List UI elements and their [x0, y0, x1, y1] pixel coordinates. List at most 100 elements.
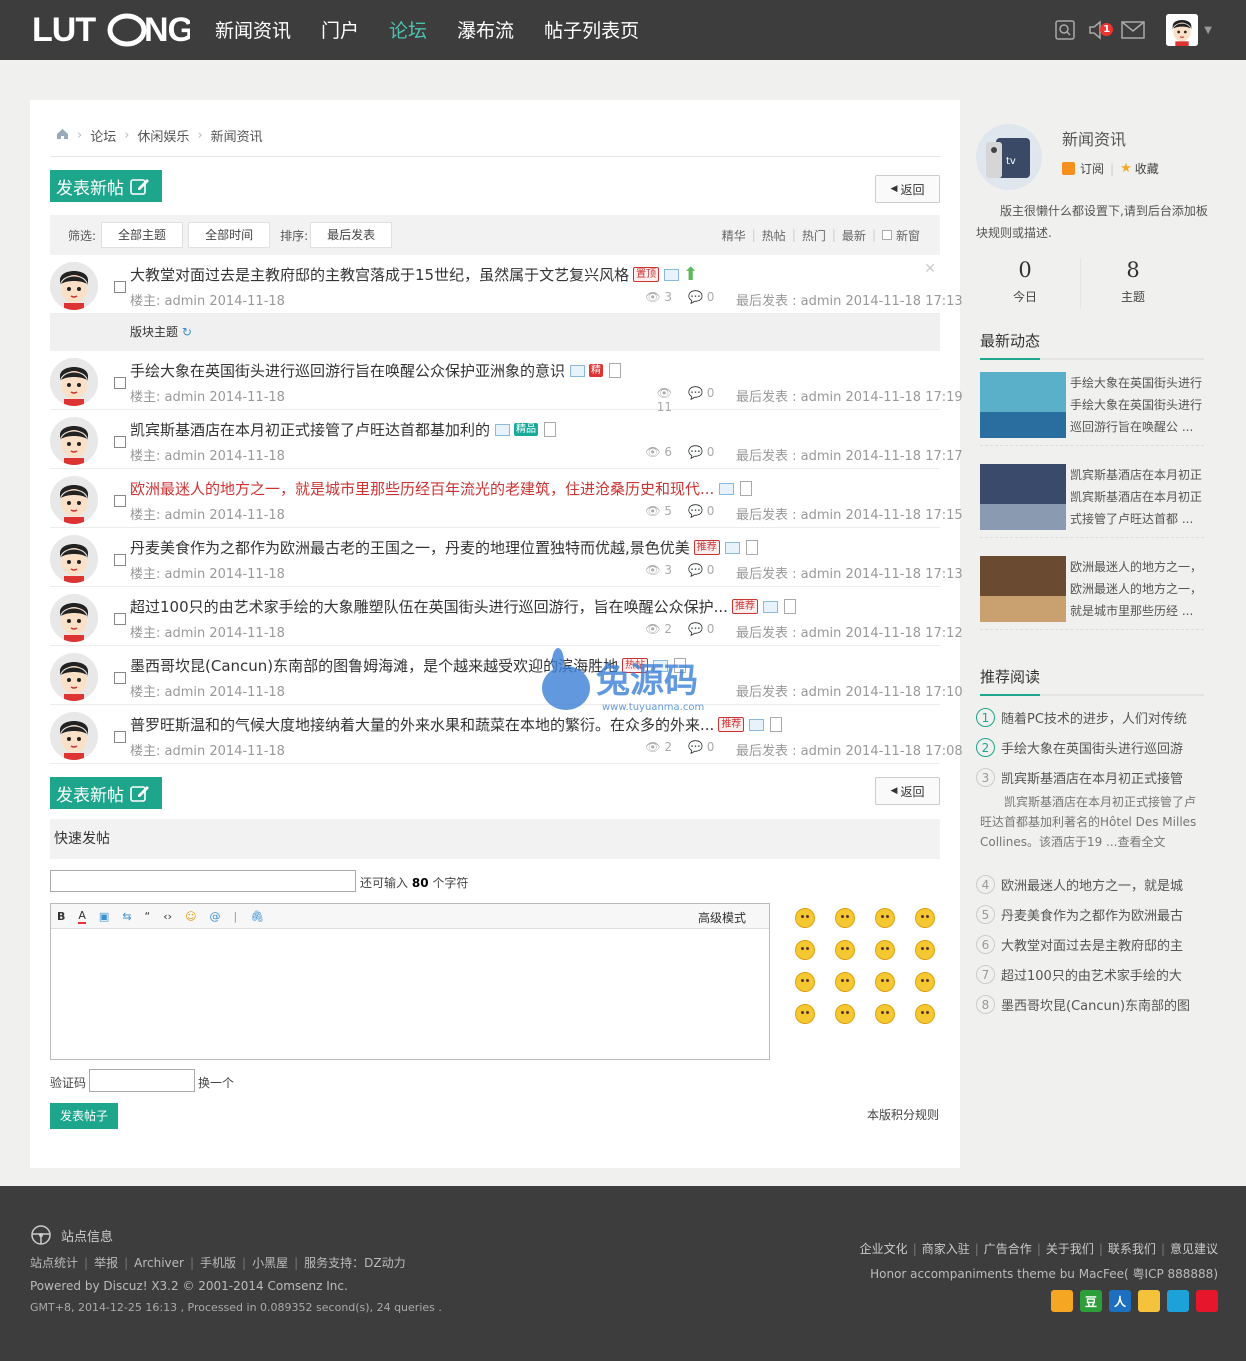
refresh-icon[interactable]: ↻ — [182, 325, 192, 339]
thread-checkbox[interactable] — [114, 377, 126, 389]
thread-row-pinned[interactable]: 大教堂对面过去是主教府邸的主教宫落成于15世纪，虽然属于文艺复兴风格 置顶 ⬆ ✕ … — [50, 255, 963, 314]
font-color-icon[interactable]: A — [78, 909, 86, 924]
footer-link[interactable]: Archiver — [134, 1256, 184, 1270]
subscribe-link[interactable]: 订阅 — [1080, 160, 1104, 177]
pengyou-icon[interactable] — [1167, 1290, 1189, 1312]
code-icon[interactable]: ‹› — [163, 910, 172, 923]
thread-checkbox[interactable] — [114, 672, 126, 684]
close-icon[interactable]: ✕ — [924, 261, 936, 277]
recommend-title[interactable]: 丹麦美食作为之都作为欧洲最古 — [1001, 905, 1183, 924]
home-icon[interactable] — [56, 128, 69, 144]
thread-checkbox[interactable] — [114, 436, 126, 448]
back-button[interactable]: ◀ 返回 — [875, 175, 940, 203]
site-logo[interactable]: LUT NG — [32, 6, 190, 52]
smiley-icon[interactable] — [915, 908, 935, 928]
chevron-down-icon[interactable]: ▼ — [1204, 25, 1212, 36]
submit-post-button[interactable]: 发表帖子 — [50, 1103, 118, 1129]
filter-all-topics[interactable]: 全部主题 — [101, 222, 184, 248]
filter-digest[interactable]: 精华 — [722, 227, 746, 244]
avatar[interactable] — [50, 476, 98, 524]
dynamic-item[interactable]: 手绘大象在英国街头进行 手绘大象在英国街头进行巡回游行旨在唤醒公 ... — [980, 368, 1204, 446]
recommend-item[interactable]: 5 丹麦美食作为之都作为欧洲最古 — [976, 905, 1208, 924]
smiley-icon[interactable] — [835, 1004, 855, 1024]
dynamic-thumbnail[interactable] — [980, 372, 1066, 438]
recommend-item[interactable]: 4 欧洲最迷人的地方之一，就是城 — [976, 875, 1208, 894]
footer-link[interactable]: 举报 — [94, 1256, 118, 1270]
thread-row[interactable]: 超过100只的由艺术家手绘的大象雕塑队伍在英国街头进行巡回游行，旨在唤醒公众保护… — [50, 587, 963, 646]
recommend-title[interactable]: 大教堂对面过去是主教府邸的主 — [1001, 935, 1183, 954]
smiley-icon[interactable] — [795, 1004, 815, 1024]
thread-title[interactable]: 大教堂对面过去是主教府邸的主教宫落成于15世纪，虽然属于文艺复兴风格 — [130, 264, 629, 285]
thread-checkbox[interactable] — [114, 281, 126, 293]
recommend-item[interactable]: 3 凯宾斯基酒店在本月初正式接管 — [976, 768, 1208, 787]
captcha-refresh-link[interactable]: 换一个 — [198, 1074, 234, 1091]
filter-popular[interactable]: 热门 — [802, 227, 826, 244]
footer-right-link[interactable]: 企业文化 — [860, 1242, 908, 1256]
douban-icon[interactable]: 豆 — [1080, 1290, 1102, 1312]
user-avatar[interactable] — [1166, 14, 1199, 46]
avatar[interactable] — [50, 535, 98, 583]
breadcrumb-board[interactable]: 新闻资讯 — [211, 126, 263, 145]
points-rules-link[interactable]: 本版积分规则 — [867, 1106, 939, 1123]
avatar[interactable] — [50, 262, 98, 310]
avatar[interactable] — [50, 712, 98, 760]
thread-checkbox[interactable] — [114, 554, 126, 566]
advanced-mode-link[interactable]: 高级模式 — [698, 909, 746, 926]
dynamic-item[interactable]: 欧洲最迷人的地方之一， 欧洲最迷人的地方之一，就是城市里那些历经 ... — [980, 552, 1204, 630]
image-icon[interactable]: ▣ — [99, 910, 109, 923]
smiley-icon[interactable] — [795, 940, 815, 960]
avatar[interactable] — [50, 594, 98, 642]
smiley-icon[interactable] — [875, 1004, 895, 1024]
thread-title[interactable]: 普罗旺斯温和的气候大度地接纳着大量的外来水果和蔬菜在本地的繁衍。在众多的外来..… — [130, 714, 714, 735]
bold-icon[interactable]: B — [57, 910, 65, 923]
nav-item-waterfall[interactable]: 瀑布流 — [442, 0, 529, 60]
smiley-icon[interactable] — [915, 972, 935, 992]
recommend-title[interactable]: 超过100只的由艺术家手绘的大 — [1001, 965, 1182, 984]
thread-title[interactable]: 丹麦美食作为之都作为欧洲最古老的王国之一，丹麦的地理位置独特而优越,景色优美 — [130, 537, 690, 558]
qzone-icon[interactable] — [1138, 1290, 1160, 1312]
smiley-icon[interactable] — [875, 908, 895, 928]
thread-title[interactable]: 欧洲最迷人的地方之一，就是城市里那些历经百年流光的老建筑，住进沧桑历史和现代..… — [130, 478, 714, 499]
thread-row[interactable]: 丹麦美食作为之都作为欧洲最古老的王国之一，丹麦的地理位置独特而优越,景色优美 推荐… — [50, 528, 963, 587]
smiley-icon[interactable] — [795, 908, 815, 928]
filter-hot-threads[interactable]: 热帖 — [762, 227, 786, 244]
thread-row[interactable]: 凯宾斯基酒店在本月初正式接管了卢旺达首都基加利的 精品 楼主: admin 2014… — [50, 410, 963, 469]
footer-right-link[interactable]: 广告合作 — [984, 1242, 1032, 1256]
avatar[interactable] — [50, 653, 98, 701]
nav-item-news[interactable]: 新闻资讯 — [200, 0, 306, 60]
dynamic-title[interactable]: 手绘大象在英国街头进行 — [1070, 372, 1206, 394]
renren-icon[interactable]: 人 — [1109, 1290, 1131, 1312]
new-post-button[interactable]: 发表新帖 — [50, 170, 162, 202]
recommend-title[interactable]: 欧洲最迷人的地方之一，就是城 — [1001, 875, 1183, 894]
search-icon[interactable] — [1048, 13, 1082, 47]
recommend-item[interactable]: 8 墨西哥坎昆(Cancun)东南部的图 — [976, 995, 1208, 1014]
smiley-icon[interactable] — [835, 972, 855, 992]
recommend-item[interactable]: 6 大教堂对面过去是主教府邸的主 — [976, 935, 1208, 954]
thread-row[interactable]: 欧洲最迷人的地方之一，就是城市里那些历经百年流光的老建筑，住进沧桑历史和现代..… — [50, 469, 963, 528]
captcha-input[interactable] — [89, 1069, 195, 1092]
back-button-bottom[interactable]: ◀ 返回 — [875, 777, 940, 805]
mail-icon[interactable] — [1116, 13, 1150, 47]
thread-row[interactable]: 手绘大象在英国街头进行巡回游行旨在唤醒公众保护亚洲象的意识 精楼主: admin … — [50, 351, 963, 414]
footer-link[interactable]: 小黑屋 — [252, 1256, 288, 1270]
new-post-button-bottom[interactable]: 发表新帖 — [50, 777, 162, 809]
smiley-icon[interactable] — [915, 1004, 935, 1024]
attachment-icon[interactable]: 🖇 — [250, 910, 264, 923]
quick-post-title-input[interactable] — [50, 870, 356, 892]
smiley-icon[interactable] — [835, 940, 855, 960]
favorite-link[interactable]: 收藏 — [1135, 160, 1159, 177]
footer-right-link[interactable]: 意见建议 — [1170, 1242, 1218, 1256]
avatar[interactable] — [50, 417, 98, 465]
editor-textarea[interactable] — [51, 929, 769, 1059]
recommend-title[interactable]: 墨西哥坎昆(Cancun)东南部的图 — [1001, 995, 1190, 1014]
link-icon[interactable]: ⇆ — [122, 910, 131, 923]
dynamic-thumbnail[interactable] — [980, 556, 1066, 622]
dynamic-title[interactable]: 欧洲最迷人的地方之一， — [1070, 556, 1206, 578]
sort-last-post[interactable]: 最后发表 — [310, 222, 393, 248]
recommend-item[interactable]: 2 手绘大象在英国街头进行巡回游 — [976, 738, 1208, 757]
quote-icon[interactable]: “ — [145, 910, 151, 923]
mention-icon[interactable]: @ — [210, 910, 221, 923]
smiley-icon[interactable] — [835, 908, 855, 928]
notification-icon[interactable]: 1 — [1082, 13, 1116, 47]
thread-title[interactable]: 超过100只的由艺术家手绘的大象雕塑队伍在英国街头进行巡回游行，旨在唤醒公众保护… — [130, 596, 728, 617]
